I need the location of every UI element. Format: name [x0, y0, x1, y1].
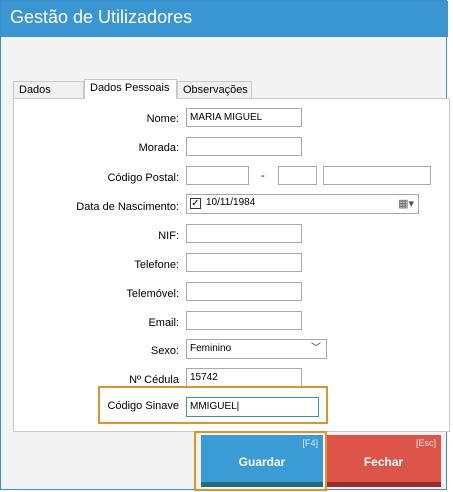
- sinave-value: MMIGUEL: [190, 401, 237, 412]
- morada-label: Morada:: [138, 142, 179, 154]
- email-input[interactable]: [186, 311, 302, 330]
- fechar-label: Fechar: [363, 455, 404, 469]
- data-nascimento-label: Data de Nascimento:: [76, 201, 179, 213]
- chevron-down-icon: ﹀: [311, 343, 321, 354]
- morada-input[interactable]: [186, 137, 302, 156]
- window-title: Gestão de Utilizadores: [10, 7, 193, 27]
- sinave-input[interactable]: MMIGUEL|: [186, 397, 319, 417]
- tab-dados-login[interactable]: Dados Login: [13, 81, 84, 112]
- tab-observacoes[interactable]: Observações: [177, 81, 252, 98]
- data-nascimento-value: 10/11/1984: [206, 197, 256, 208]
- user-management-window: Gestão de Utilizadores Dados Login Dados…: [0, 0, 450, 491]
- title-bar: Gestão de Utilizadores: [1, 1, 448, 37]
- fechar-shortcut: [Esc]: [415, 438, 436, 448]
- nome-input[interactable]: MARIA MIGUEL: [186, 108, 302, 127]
- guardar-highlight-box: [194, 431, 327, 491]
- calendar-dropdown-icon[interactable]: ▦▾: [398, 197, 414, 210]
- codigo-postal-part1-input[interactable]: [186, 166, 249, 185]
- codigo-postal-separator: -: [261, 170, 265, 182]
- sexo-value: Feminino: [190, 343, 232, 354]
- telemovel-input[interactable]: [186, 282, 302, 301]
- telemovel-label: Telemóvel:: [126, 288, 179, 300]
- localidade-input[interactable]: [323, 166, 431, 185]
- data-nascimento-picker[interactable]: ✓ 10/11/1984 ▦▾: [186, 194, 419, 214]
- tab-dados-pessoais[interactable]: Dados Pessoais: [84, 79, 177, 99]
- codigo-postal-part2-input[interactable]: [278, 166, 317, 185]
- telefone-input[interactable]: [186, 253, 302, 272]
- date-enabled-checkbox[interactable]: ✓: [190, 198, 201, 209]
- cedula-label: Nº Cédula: [129, 374, 179, 386]
- codigo-postal-label: Código Postal:: [107, 172, 179, 184]
- cedula-input[interactable]: 15742: [186, 368, 302, 387]
- nome-label: Nome:: [146, 113, 179, 125]
- nif-input[interactable]: [186, 224, 302, 243]
- email-label: Email:: [148, 317, 179, 329]
- telefone-label: Telefone:: [134, 259, 179, 271]
- nif-label: NIF:: [158, 230, 179, 242]
- sinave-label: Código Sinave: [107, 400, 179, 412]
- fechar-button[interactable]: [Esc] Fechar: [326, 435, 441, 487]
- sexo-label: Sexo:: [150, 345, 179, 357]
- fechar-button-bar: [326, 482, 441, 487]
- sexo-select[interactable]: Feminino ﹀: [186, 339, 327, 359]
